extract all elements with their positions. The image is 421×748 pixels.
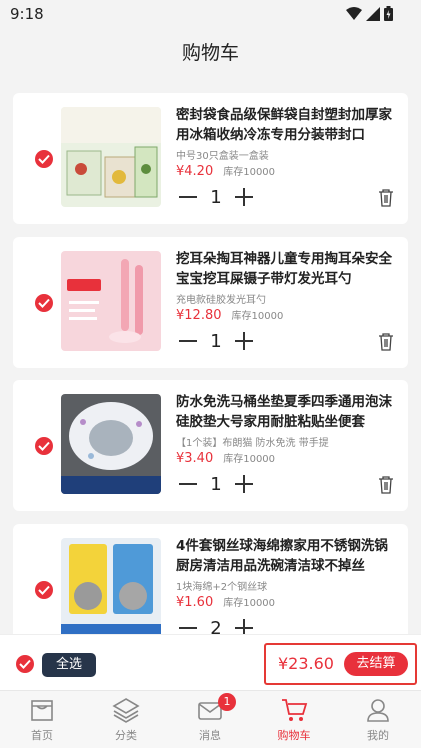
checkout-bar: 全选 ¥23.60 去结算 <box>0 634 421 690</box>
decrease-button[interactable] <box>176 185 200 209</box>
quantity-value: 2 <box>210 617 222 635</box>
trash-icon[interactable] <box>378 189 394 207</box>
quantity-stepper: 1 <box>176 472 256 496</box>
steel-wool-product-image[interactable] <box>61 538 161 634</box>
item-stock: 库存10000 <box>223 167 276 178</box>
item-price: ¥4.20 <box>176 164 214 179</box>
price-line: ¥1.60 库存10000 <box>176 594 275 610</box>
select-all-button[interactable]: 全选 <box>42 653 97 677</box>
item-price: ¥1.60 <box>176 595 214 610</box>
quantity-stepper: 1 <box>176 329 256 353</box>
item-title[interactable]: 4件套钢丝球海绵擦家用不锈钢洗锅厨房清洁用品洗碗清洁球不掉丝 <box>176 536 398 576</box>
page-header: 购物车 <box>0 30 421 80</box>
item-spec: 1块海绵+2个钢丝球 <box>176 582 268 593</box>
trash-icon[interactable] <box>378 476 394 494</box>
toilet-seat-product-image[interactable] <box>61 394 161 494</box>
quantity-value: 1 <box>210 330 222 352</box>
tab-category[interactable]: 分类 <box>84 695 168 747</box>
cart-item[interactable]: 4件套钢丝球海绵擦家用不锈钢洗锅厨房清洁用品洗碗清洁球不掉丝 1块海绵+2个钢丝… <box>13 524 408 634</box>
tab-home[interactable]: 首页 <box>0 695 84 747</box>
item-spec: 充电款硅胶发光耳勺 <box>176 295 266 306</box>
tab-label: 分类 <box>115 729 137 742</box>
signal-icon <box>366 6 380 21</box>
layers-icon <box>112 698 140 723</box>
cart-list[interactable]: 密封袋食品级保鲜袋自封塑封加厚家用冰箱收纳冷冻专用分装带封口 中号30只盒装一盒… <box>0 80 421 634</box>
decrease-button[interactable] <box>176 329 200 353</box>
tab-profile[interactable]: 我的 <box>336 695 420 747</box>
status-icons <box>346 6 393 21</box>
check-icon <box>38 154 50 164</box>
select-all-checkbox[interactable] <box>16 655 34 673</box>
cart-icon <box>282 699 308 721</box>
tab-label: 购物车 <box>277 729 311 742</box>
bottom-tab-bar: 首页 分类 1 消息 购物车 我的 <box>0 690 421 748</box>
item-spec: 【1个装】布朗猫 防水免洗 带手提 <box>176 438 329 449</box>
status-bar: 9:18 <box>0 0 421 30</box>
item-title[interactable]: 防水免洗马桶坐垫夏季四季通用泡沫硅胶垫大号家用耐脏粘贴坐便套 <box>176 392 398 432</box>
sealed-bag-product-image[interactable] <box>61 107 161 207</box>
checkout-button[interactable]: 去结算 <box>344 652 408 676</box>
item-checkbox[interactable] <box>35 581 53 599</box>
total-box: ¥23.60 去结算 <box>264 643 417 685</box>
tab-messages[interactable]: 1 消息 <box>168 693 252 747</box>
item-checkbox[interactable] <box>35 437 53 455</box>
tab-label: 首页 <box>31 729 53 742</box>
check-icon <box>38 298 50 308</box>
check-icon <box>19 659 31 669</box>
item-checkbox[interactable] <box>35 150 53 168</box>
message-badge: 1 <box>218 693 236 711</box>
increase-button[interactable] <box>232 616 256 634</box>
wifi-icon <box>346 6 362 20</box>
tab-cart[interactable]: 购物车 <box>252 695 336 747</box>
item-stock: 库存10000 <box>223 598 276 609</box>
decrease-button[interactable] <box>176 616 200 634</box>
increase-button[interactable] <box>232 185 256 209</box>
total-price: ¥23.60 <box>278 654 334 673</box>
page-title: 购物车 <box>181 42 239 64</box>
price-line: ¥3.40 库存10000 <box>176 450 275 466</box>
item-price: ¥3.40 <box>176 451 214 466</box>
item-stock: 库存10000 <box>231 311 284 322</box>
increase-button[interactable] <box>232 329 256 353</box>
item-price: ¥12.80 <box>176 308 222 323</box>
check-icon <box>38 585 50 595</box>
user-icon <box>367 699 389 722</box>
status-time: 9:18 <box>10 5 44 23</box>
quantity-value: 1 <box>210 186 222 208</box>
battery-icon <box>384 6 393 21</box>
trash-icon[interactable] <box>378 333 394 351</box>
price-line: ¥12.80 库存10000 <box>176 307 283 323</box>
quantity-stepper: 2 <box>176 616 256 634</box>
cart-item[interactable]: 挖耳朵掏耳神器儿童专用掏耳朵安全宝宝挖耳屎镊子带灯发光耳勺 充电款硅胶发光耳勺 … <box>13 237 408 368</box>
ear-pick-product-image[interactable] <box>61 251 161 351</box>
item-title[interactable]: 挖耳朵掏耳神器儿童专用掏耳朵安全宝宝挖耳屎镊子带灯发光耳勺 <box>176 249 398 289</box>
tab-label: 我的 <box>367 729 389 742</box>
quantity-value: 1 <box>210 473 222 495</box>
home-icon <box>31 700 53 721</box>
cart-item[interactable]: 密封袋食品级保鲜袋自封塑封加厚家用冰箱收纳冷冻专用分装带封口 中号30只盒装一盒… <box>13 93 408 224</box>
increase-button[interactable] <box>232 472 256 496</box>
price-line: ¥4.20 库存10000 <box>176 163 275 179</box>
quantity-stepper: 1 <box>176 185 256 209</box>
item-checkbox[interactable] <box>35 294 53 312</box>
item-spec: 中号30只盒装一盒装 <box>176 151 269 162</box>
item-title[interactable]: 密封袋食品级保鲜袋自封塑封加厚家用冰箱收纳冷冻专用分装带封口 <box>176 105 398 145</box>
tab-label: 消息 <box>199 729 221 742</box>
decrease-button[interactable] <box>176 472 200 496</box>
check-icon <box>38 441 50 451</box>
cart-item[interactable]: 防水免洗马桶坐垫夏季四季通用泡沫硅胶垫大号家用耐脏粘贴坐便套 【1个装】布朗猫 … <box>13 380 408 511</box>
item-stock: 库存10000 <box>223 454 276 465</box>
